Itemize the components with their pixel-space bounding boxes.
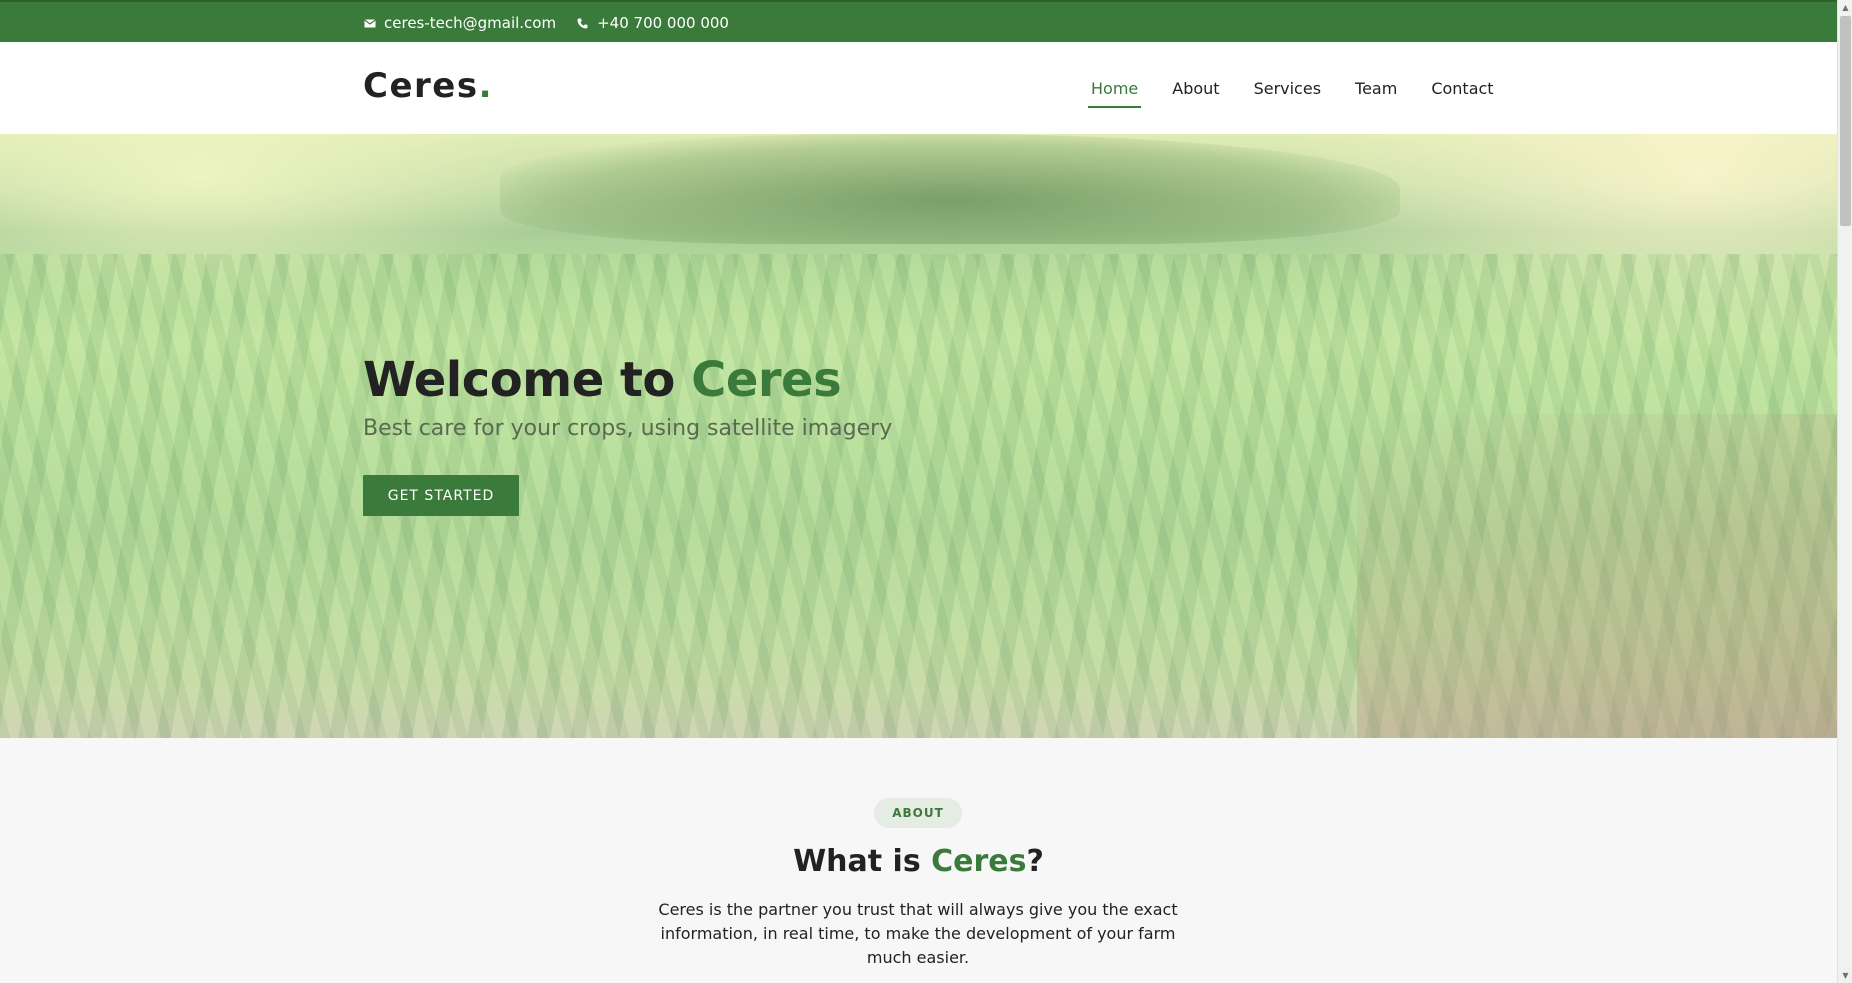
main-nav: Home About Services Team Contact [1088, 42, 1525, 134]
nav-item-about[interactable]: About [1169, 73, 1222, 104]
phone-text[interactable]: +40 700 000 000 [597, 14, 729, 32]
nav-item-services[interactable]: Services [1251, 73, 1324, 104]
about-title: What is Ceres? [0, 844, 1837, 879]
logo-text: Ceres [363, 66, 479, 106]
scroll-down-arrow-icon[interactable]: ▼ [1838, 968, 1852, 983]
top-bar: ceres-tech@gmail.com +40 700 000 000 [0, 0, 1837, 42]
hero-section: Welcome to Ceres Best care for your crop… [0, 134, 1837, 738]
scroll-up-arrow-icon[interactable]: ▲ [1838, 0, 1852, 15]
hero-title-prefix: Welcome to [363, 352, 692, 408]
get-started-button[interactable]: GET STARTED [363, 475, 519, 516]
nav-item-home[interactable]: Home [1088, 73, 1142, 108]
hero-title-highlight: Ceres [691, 352, 842, 408]
logo[interactable]: Ceres. [363, 66, 493, 106]
phone-contact[interactable]: +40 700 000 000 [576, 14, 729, 32]
about-badge: ABOUT [874, 798, 962, 828]
about-title-prefix: What is [793, 844, 932, 879]
logo-dot: . [478, 66, 493, 106]
phone-icon [576, 17, 589, 30]
about-description: Ceres is the partner you trust that will… [658, 900, 1178, 967]
hero-subtitle: Best care for your crops, using satellit… [363, 416, 893, 441]
email-contact[interactable]: ceres-tech@gmail.com [363, 14, 556, 32]
nav-item-contact[interactable]: Contact [1428, 73, 1496, 104]
vertical-scrollbar[interactable]: ▲ ▼ [1837, 0, 1852, 983]
site-header: Ceres. Home About Services Team Contact [0, 42, 1837, 134]
scrollbar-thumb[interactable] [1840, 16, 1851, 226]
envelope-icon [363, 17, 376, 30]
page: ceres-tech@gmail.com +40 700 000 000 Cer… [0, 0, 1837, 983]
email-text[interactable]: ceres-tech@gmail.com [384, 14, 556, 32]
about-section: ABOUT What is Ceres? Ceres is the partne… [0, 738, 1837, 983]
hero-overlay [0, 134, 1837, 738]
nav-item-team[interactable]: Team [1352, 73, 1400, 104]
top-bar-contacts: ceres-tech@gmail.com +40 700 000 000 [363, 2, 729, 44]
hero-title: Welcome to Ceres [363, 352, 842, 408]
about-title-highlight: Ceres [931, 844, 1027, 879]
about-title-suffix: ? [1026, 844, 1044, 879]
